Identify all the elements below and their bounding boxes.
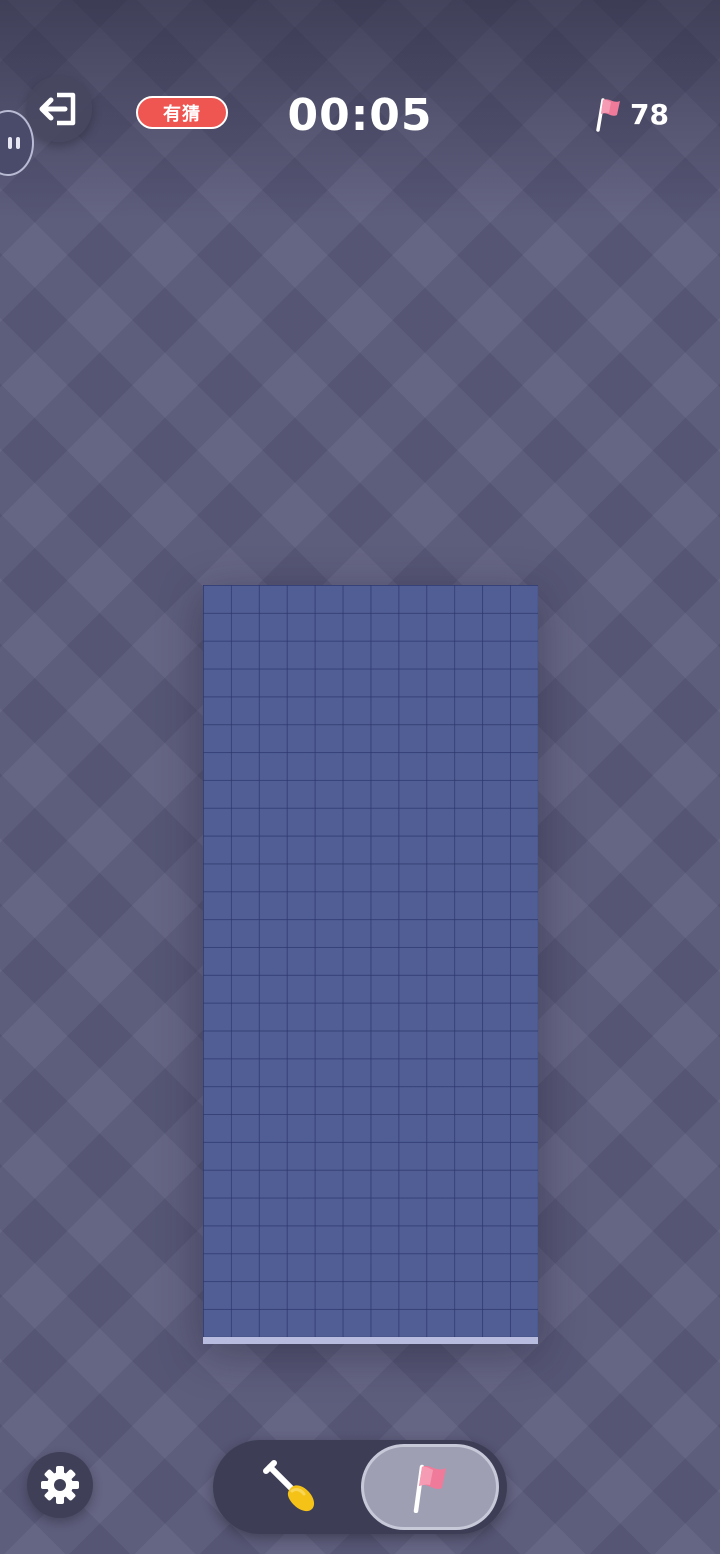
- minefield-board[interactable]: [203, 585, 538, 1344]
- mode-toggle: [213, 1440, 507, 1534]
- gear-icon: [41, 1466, 79, 1504]
- flag-counter: 78: [594, 94, 669, 134]
- flag-mode-button[interactable]: [361, 1444, 499, 1530]
- dig-mode-button[interactable]: [223, 1444, 361, 1530]
- flag-icon: [596, 98, 620, 132]
- flag-icon: [413, 1464, 446, 1513]
- minefield-grid[interactable]: [203, 585, 538, 1337]
- mode-badge: 有猜: [136, 96, 228, 129]
- exit-button[interactable]: [26, 76, 92, 142]
- game-timer: 00:05: [287, 90, 433, 141]
- shovel-icon: [263, 1460, 315, 1512]
- exit-icon: [39, 92, 76, 126]
- chat-bubble-icon: [8, 137, 20, 149]
- settings-button[interactable]: [27, 1452, 93, 1518]
- flag-count: 78: [630, 97, 669, 131]
